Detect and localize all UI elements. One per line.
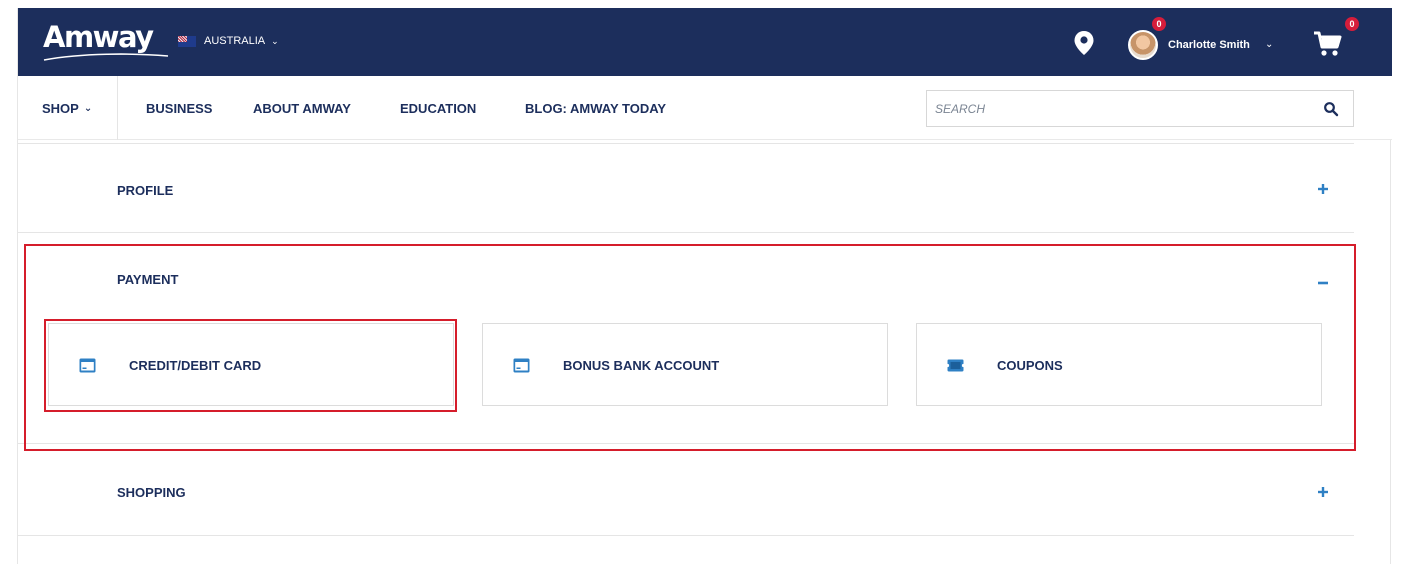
amway-logo[interactable]: Amway (43, 20, 154, 54)
section-title-shopping[interactable]: SHOPPING (117, 485, 186, 500)
location-pin-icon[interactable] (1073, 30, 1095, 56)
section-divider (18, 535, 1354, 536)
user-name[interactable]: Charlotte Smith (1168, 39, 1250, 51)
main-nav: SHOP ⌄ BUSINESS ABOUT AMWAY EDUCATION BL… (18, 76, 1392, 140)
section-divider (18, 232, 1354, 233)
nav-education[interactable]: EDUCATION (400, 76, 476, 140)
nav-shop-label: SHOP (42, 100, 79, 116)
expand-plus-icon[interactable] (1316, 485, 1330, 499)
nav-blog[interactable]: BLOG: AMWAY TODAY (525, 76, 666, 140)
country-label: AUSTRALIA (204, 35, 266, 47)
logo-swoosh-icon (43, 53, 169, 61)
section-divider (18, 143, 1354, 144)
user-menu-chevron-icon[interactable]: ⌄ (1265, 39, 1273, 50)
search-icon[interactable] (1323, 101, 1339, 117)
nav-shop[interactable]: SHOP ⌄ (18, 76, 118, 140)
section-title-profile[interactable]: PROFILE (117, 183, 173, 198)
nav-business[interactable]: BUSINESS (146, 76, 212, 140)
shopping-cart-icon[interactable] (1313, 30, 1343, 58)
search-input[interactable] (927, 91, 1307, 126)
chevron-down-icon: ⌄ (83, 102, 93, 114)
search-box (926, 90, 1354, 127)
nav-about-amway[interactable]: ABOUT AMWAY (253, 76, 351, 140)
notification-badge: 0 (1150, 15, 1168, 33)
user-avatar[interactable] (1128, 30, 1158, 60)
country-selector[interactable]: AUSTRALIA ⌄ (178, 35, 279, 47)
cart-count-badge: 0 (1343, 15, 1361, 33)
australia-flag-icon (178, 35, 196, 47)
expand-plus-icon[interactable] (1316, 182, 1330, 196)
credit-card-highlight (44, 319, 457, 412)
top-bar: Amway AUSTRALIA ⌄ 0 Charlotte Smith ⌄ 0 (18, 8, 1392, 76)
chevron-down-icon: ⌄ (271, 35, 279, 46)
